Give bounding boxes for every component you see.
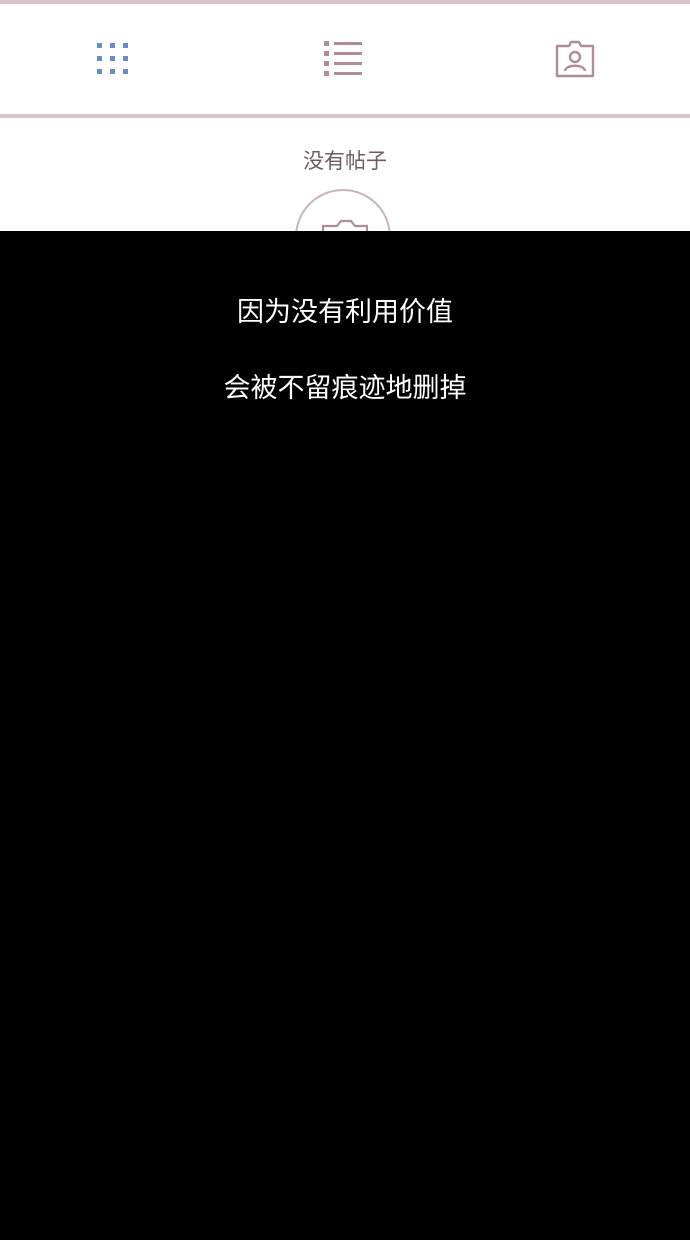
- caption-line-1: 因为没有利用价值: [237, 297, 453, 328]
- list-icon: [324, 41, 362, 76]
- screen: 没有帖子 因为没有利用价值 会被不留痕迹地删掉: [0, 0, 690, 1240]
- profile-panel: 没有帖子: [0, 0, 690, 231]
- grid-icon: [97, 43, 128, 74]
- tab-grid[interactable]: [53, 4, 173, 114]
- profile-tabbar: [0, 4, 690, 114]
- empty-posts-title: 没有帖子: [303, 149, 387, 173]
- tabbar-divider: [0, 114, 690, 118]
- tab-list[interactable]: [283, 4, 403, 114]
- caption-line-2: 会被不留痕迹地删掉: [223, 373, 467, 404]
- tagged-person-icon: [555, 40, 595, 78]
- tab-tagged[interactable]: [515, 4, 635, 114]
- camera-icon: [321, 219, 369, 231]
